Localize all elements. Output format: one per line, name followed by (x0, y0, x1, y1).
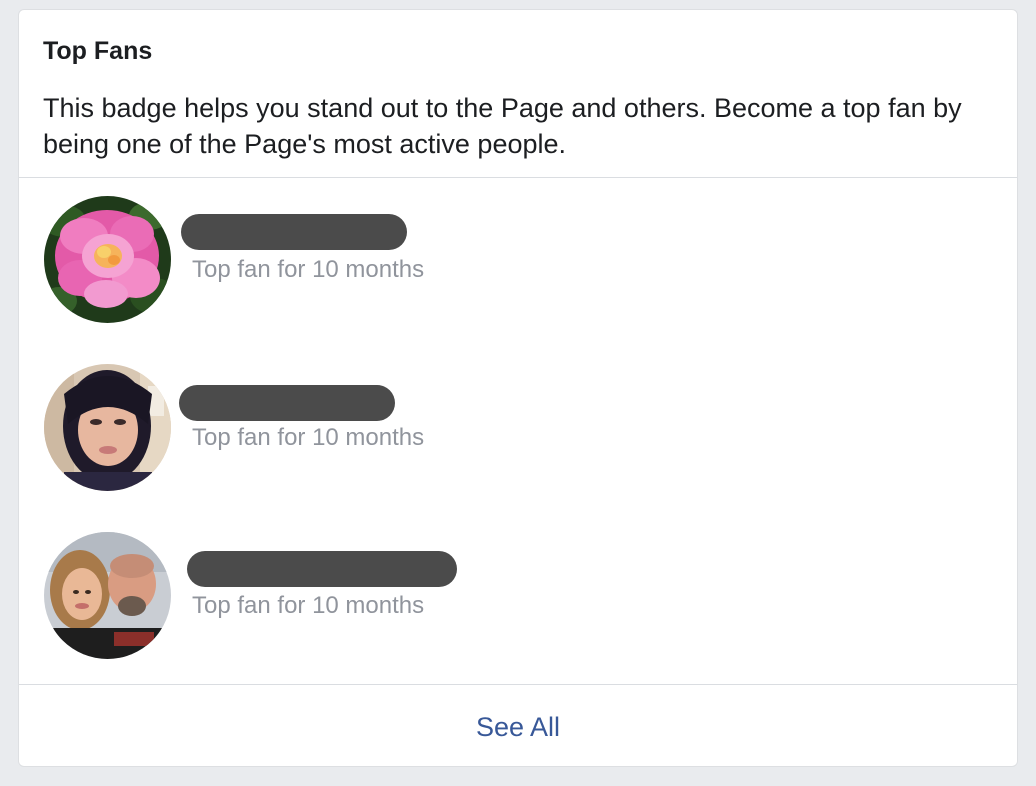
card-description: This badge helps you stand out to the Pa… (43, 93, 962, 159)
fan-status: Top fan for 10 months (192, 592, 425, 619)
fan-row: Top fan for 10 months (19, 514, 1017, 682)
flower-avatar[interactable] (44, 196, 171, 323)
woman-avatar[interactable] (44, 364, 171, 491)
fan-status: Top fan for 10 months (192, 256, 425, 283)
fan-list: Top fan for 10 months Top fan for 10 mon… (19, 178, 1017, 684)
fan-name-redacted[interactable] (181, 214, 407, 250)
fan-name-redacted[interactable] (187, 551, 457, 587)
fan-status: Top fan for 10 months (192, 424, 425, 451)
card-header: Top Fans This badge helps you stand out … (19, 10, 1017, 178)
see-all-link[interactable]: See All (19, 685, 1017, 766)
card-title: Top Fans (43, 37, 153, 65)
fan-row: Top fan for 10 months (19, 178, 1017, 346)
card-footer: See All (19, 684, 1017, 766)
couple-avatar[interactable] (44, 532, 171, 659)
fan-name-redacted[interactable] (179, 385, 395, 421)
fan-row: Top fan for 10 months (19, 346, 1017, 514)
top-fans-card: Top Fans This badge helps you stand out … (18, 9, 1018, 767)
